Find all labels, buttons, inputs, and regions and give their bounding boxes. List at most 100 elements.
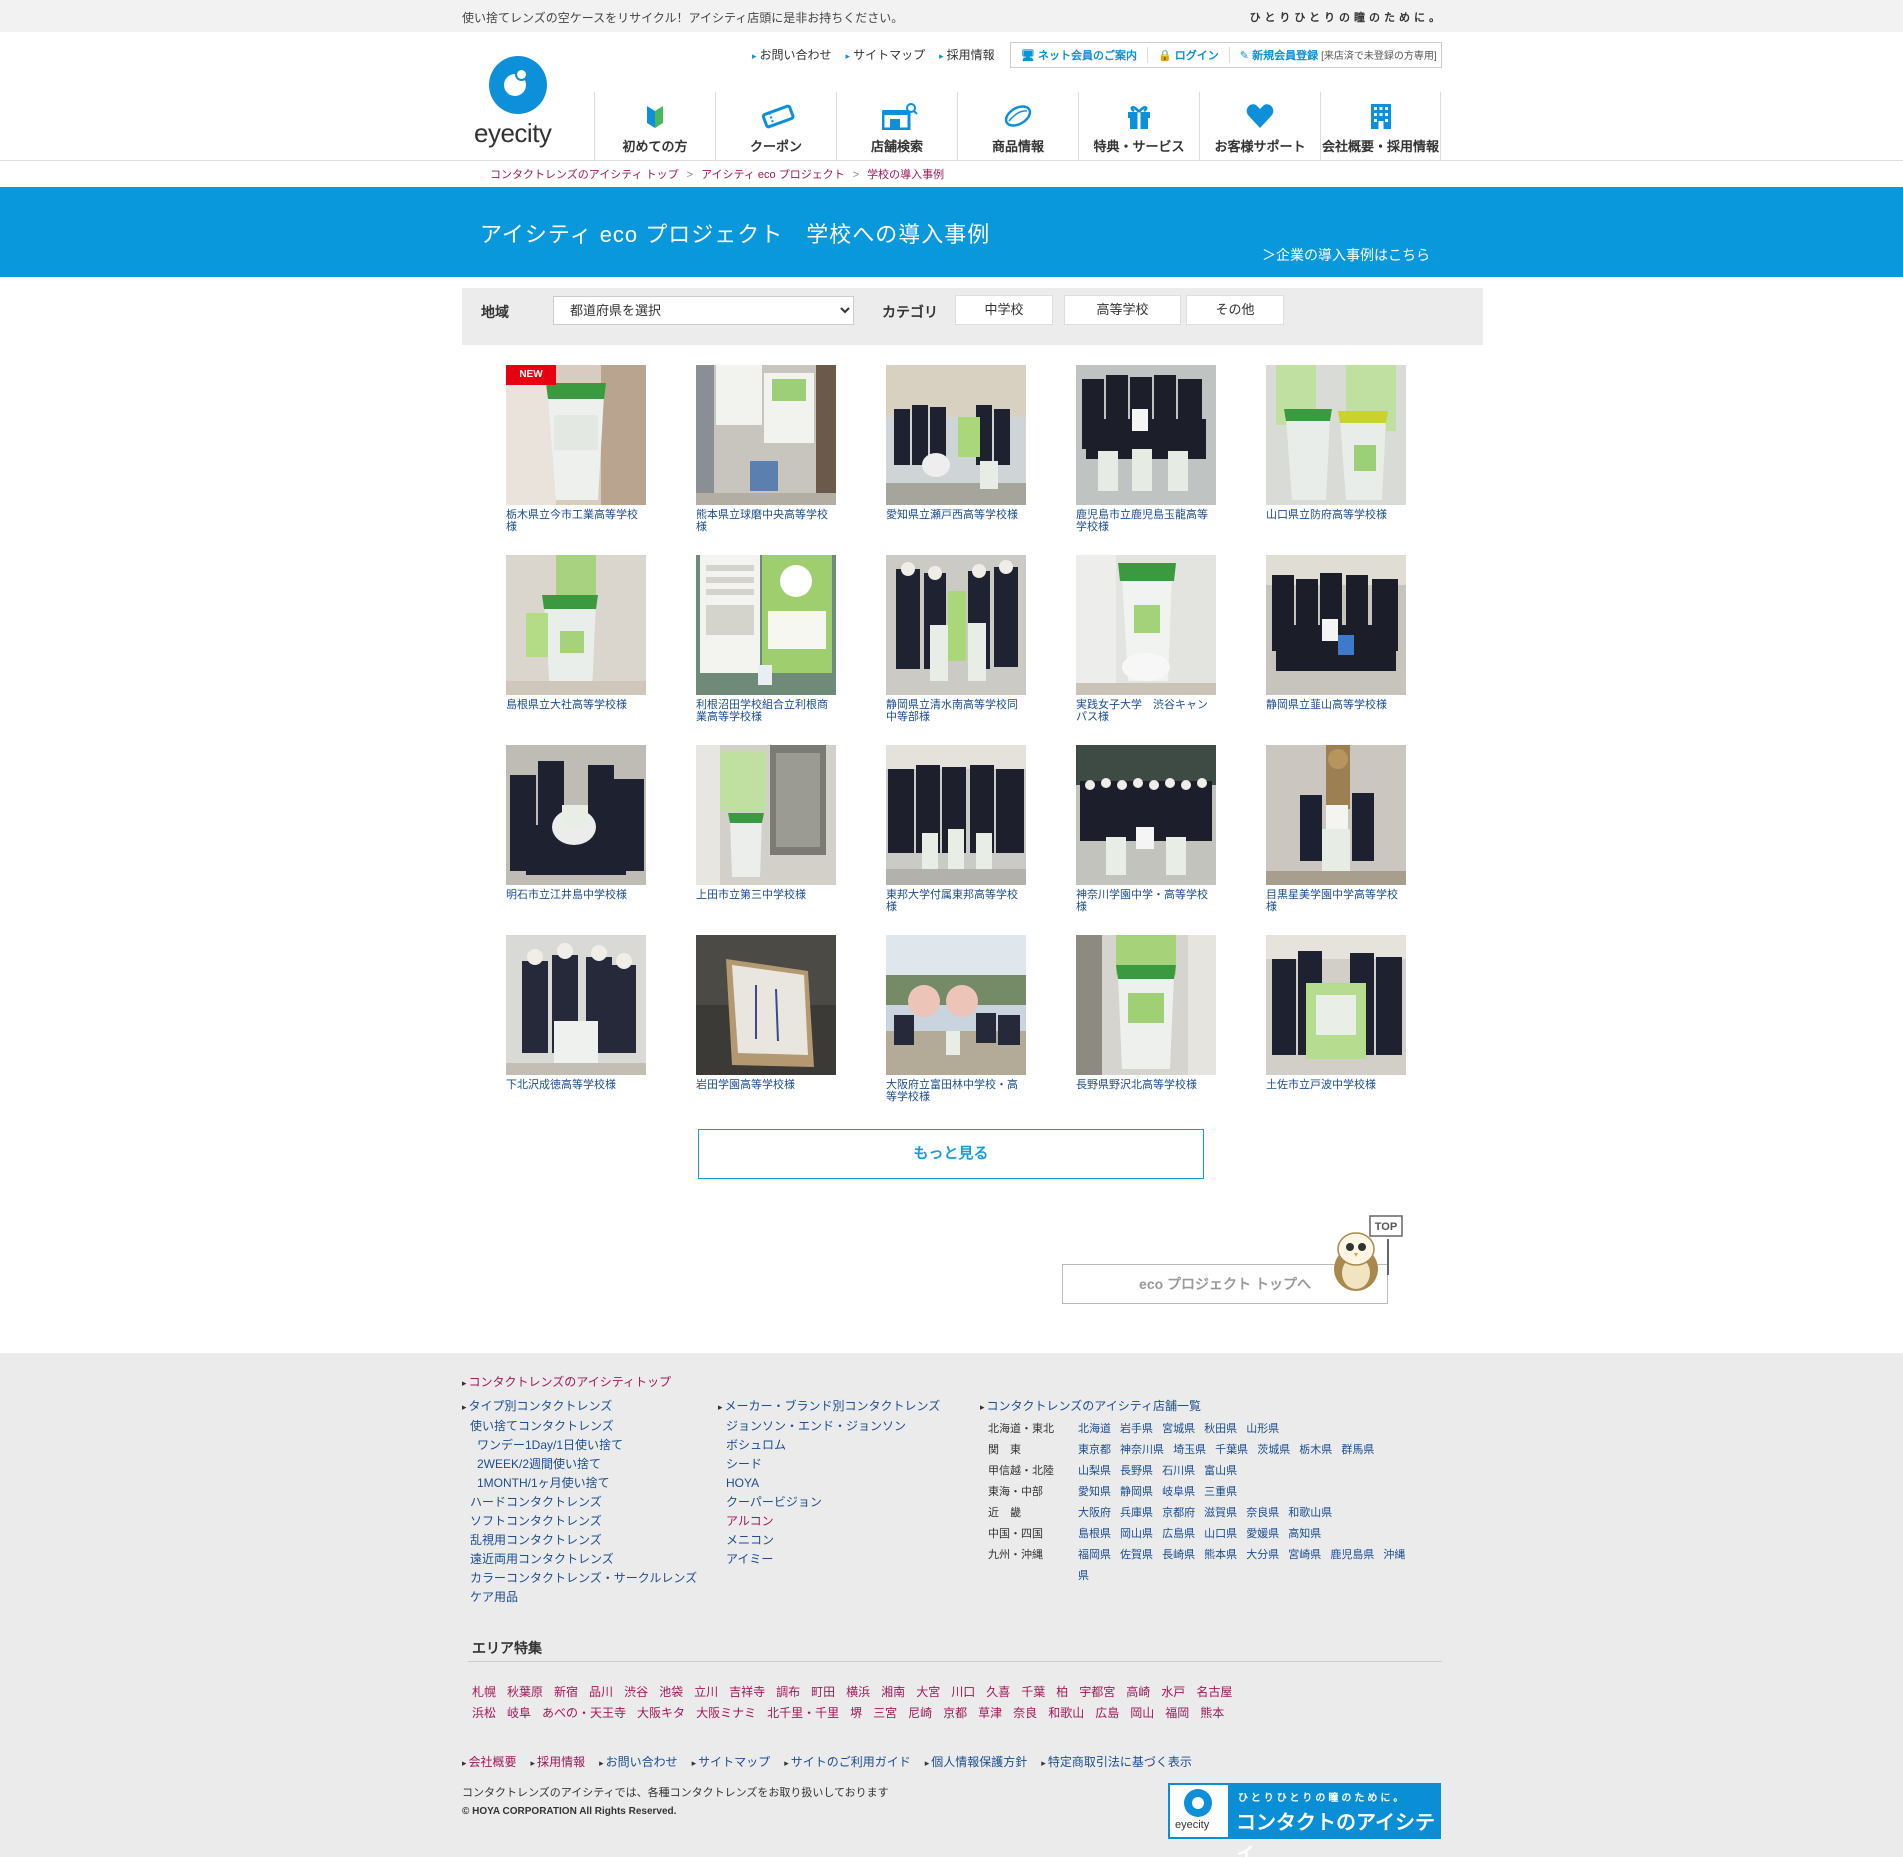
footer-type-link[interactable]: 乱視用コンタクトレンズ [462,1531,697,1550]
commerce-law-link[interactable]: 特定商取引法に基づく表示 [1041,1753,1192,1770]
case-photo[interactable] [886,365,1026,505]
footer-home-link[interactable]: コンタクトレンズのアイシティトップ [462,1373,671,1393]
area-link[interactable]: 浜松 [472,1703,496,1724]
case-card[interactable]: 東邦大学付属東邦高等学校様 [886,745,1026,913]
recruit-footer-link[interactable]: 採用情報 [531,1753,585,1770]
case-caption[interactable]: 下北沢成徳高等学校様 [506,1079,646,1091]
footer-maker-link[interactable]: シード [718,1455,940,1474]
case-caption[interactable]: 大阪府立富田林中学校・高等学校様 [886,1079,1026,1103]
usage-guide-link[interactable]: サイトのご利用ガイド [784,1753,911,1770]
footer-type-link[interactable]: ハードコンタクトレンズ [462,1493,697,1512]
case-card[interactable]: 下北沢成徳高等学校様 [506,935,646,1091]
case-card[interactable]: 利根沼田学校組合立利根商業高等学校様 [696,555,836,723]
case-card[interactable]: 鹿児島市立鹿児島玉龍高等学校様 [1076,365,1216,533]
area-link[interactable]: 吉祥寺 [729,1682,765,1703]
case-card[interactable]: 山口県立防府高等学校様 [1266,365,1406,521]
footer-type-link[interactable]: ワンデー1Day/1日使い捨て [462,1436,697,1455]
footer-store-heading[interactable]: コンタクトレンズのアイシティ店舗一覧 [980,1397,1201,1417]
case-caption[interactable]: 長野県野沢北高等学校様 [1076,1079,1216,1091]
net-member-guide-link[interactable]: 🖥 ネット会員のご案内 [1011,47,1149,63]
case-photo[interactable] [696,365,836,505]
contact-footer-link[interactable]: お問い合わせ [599,1753,678,1770]
nav-support[interactable]: お客様サポート [1199,92,1320,160]
area-link[interactable]: 池袋 [659,1682,683,1703]
area-link[interactable]: 湘南 [881,1682,905,1703]
case-photo[interactable] [1266,555,1406,695]
footer-maker-link[interactable]: HOYA [718,1474,940,1493]
area-link[interactable]: 水戸 [1161,1682,1185,1703]
footer-type-link[interactable]: カラーコンタクトレンズ・サークルレンズ [462,1569,697,1588]
contact-link[interactable]: お問い合わせ [752,46,832,63]
area-link[interactable]: 立川 [694,1682,718,1703]
case-caption[interactable]: 鹿児島市立鹿児島玉龍高等学校様 [1076,509,1216,533]
area-link[interactable]: 町田 [811,1682,835,1703]
area-link[interactable]: 京都 [943,1703,967,1724]
corporate-cases-link[interactable]: ＞企業の導入事例はこちら [1262,245,1430,265]
case-photo[interactable] [696,935,836,1075]
case-photo[interactable] [1076,365,1216,505]
sitemap-footer-link[interactable]: サイトマップ [692,1753,770,1770]
area-link[interactable]: 北千里・千里 [767,1703,839,1724]
case-caption[interactable]: 静岡県立韮山高等学校様 [1266,699,1406,711]
case-card[interactable]: 静岡県立清水南高等学校同中等部様 [886,555,1026,723]
nav-products[interactable]: 商品情報 [957,92,1078,160]
footer-maker-link[interactable]: クーパービジョン [718,1493,940,1512]
recruit-link[interactable]: 採用情報 [939,46,995,63]
footer-maker-link[interactable]: ボシュロム [718,1436,940,1455]
login-link[interactable]: 🔒 ログイン [1148,47,1230,63]
case-photo[interactable] [506,555,646,695]
case-card[interactable]: 上田市立第三中学校様 [696,745,836,901]
register-link[interactable]: ✎ 新規会員登録 [来店済で未登録の方専用] [1230,47,1447,63]
case-caption[interactable]: 山口県立防府高等学校様 [1266,509,1406,521]
nav-benefits[interactable]: 特典・サービス [1078,92,1199,160]
area-link[interactable]: 渋谷 [624,1682,648,1703]
area-link[interactable]: 札幌 [472,1682,496,1703]
case-photo[interactable] [886,555,1026,695]
prefecture-select[interactable]: 都道府県を選択 [553,296,854,325]
footer-type-link[interactable]: ソフトコンタクトレンズ [462,1512,697,1531]
eyecity-logo[interactable]: eyecity [474,56,564,156]
case-card[interactable]: 岩田学園高等学校様 [696,935,836,1091]
case-caption[interactable]: 実践女子大学 渋谷キャンパス様 [1076,699,1216,723]
case-photo[interactable] [506,745,646,885]
area-link[interactable]: 秋葉原 [507,1682,543,1703]
case-caption[interactable]: 神奈川学園中学・高等学校様 [1076,889,1216,913]
area-link[interactable]: あべの・天王寺 [542,1703,626,1724]
nav-store-search[interactable]: 店舗検索 [836,92,957,160]
case-caption[interactable]: 岩田学園高等学校様 [696,1079,836,1091]
area-link[interactable]: 堺 [850,1703,862,1724]
area-link[interactable]: 大宮 [916,1682,940,1703]
case-caption[interactable]: 利根沼田学校組合立利根商業高等学校様 [696,699,836,723]
footer-type-link[interactable]: 1MONTH/1ヶ月使い捨て [462,1474,697,1493]
case-card[interactable]: 目黒星美学園中学高等学校様 [1266,745,1406,913]
owl-mascot-top-icon[interactable]: TOP [1326,1215,1406,1295]
footer-maker-link[interactable]: ジョンソン・エンド・ジョンソン [718,1417,940,1436]
footer-type-link[interactable]: 2WEEK/2週間使い捨て [462,1455,697,1474]
case-card[interactable]: NEW 栃木県立今市工業高等学校様 [506,365,646,533]
category-other-button[interactable]: その他 [1186,295,1284,325]
case-card[interactable]: 静岡県立韮山高等学校様 [1266,555,1406,711]
area-link[interactable]: 大阪キタ [637,1703,685,1724]
case-photo[interactable] [506,935,646,1075]
company-link[interactable]: 会社概要 [462,1753,517,1770]
area-link[interactable]: 草津 [978,1703,1002,1724]
area-link[interactable]: 大阪ミナミ [696,1703,756,1724]
area-link[interactable]: 三宮 [873,1703,897,1724]
area-link[interactable]: 福岡 [1165,1703,1189,1724]
case-card[interactable]: 土佐市立戸波中学校様 [1266,935,1406,1091]
area-link[interactable]: 品川 [589,1682,613,1703]
case-photo[interactable] [886,935,1026,1075]
case-card[interactable]: 島根県立大社高等学校様 [506,555,646,711]
case-caption[interactable]: 上田市立第三中学校様 [696,889,836,901]
area-link[interactable]: 高崎 [1126,1682,1150,1703]
case-photo[interactable] [1076,935,1216,1075]
case-card[interactable]: 長野県野沢北高等学校様 [1076,935,1216,1091]
area-link[interactable]: 熊本 [1200,1703,1224,1724]
case-photo[interactable] [1076,555,1216,695]
case-caption[interactable]: 静岡県立清水南高等学校同中等部様 [886,699,1026,723]
case-photo[interactable] [696,745,836,885]
area-link[interactable]: 和歌山 [1048,1703,1084,1724]
area-link[interactable]: 岐阜 [507,1703,531,1724]
case-photo[interactable] [1266,745,1406,885]
area-link[interactable]: 尼崎 [908,1703,932,1724]
